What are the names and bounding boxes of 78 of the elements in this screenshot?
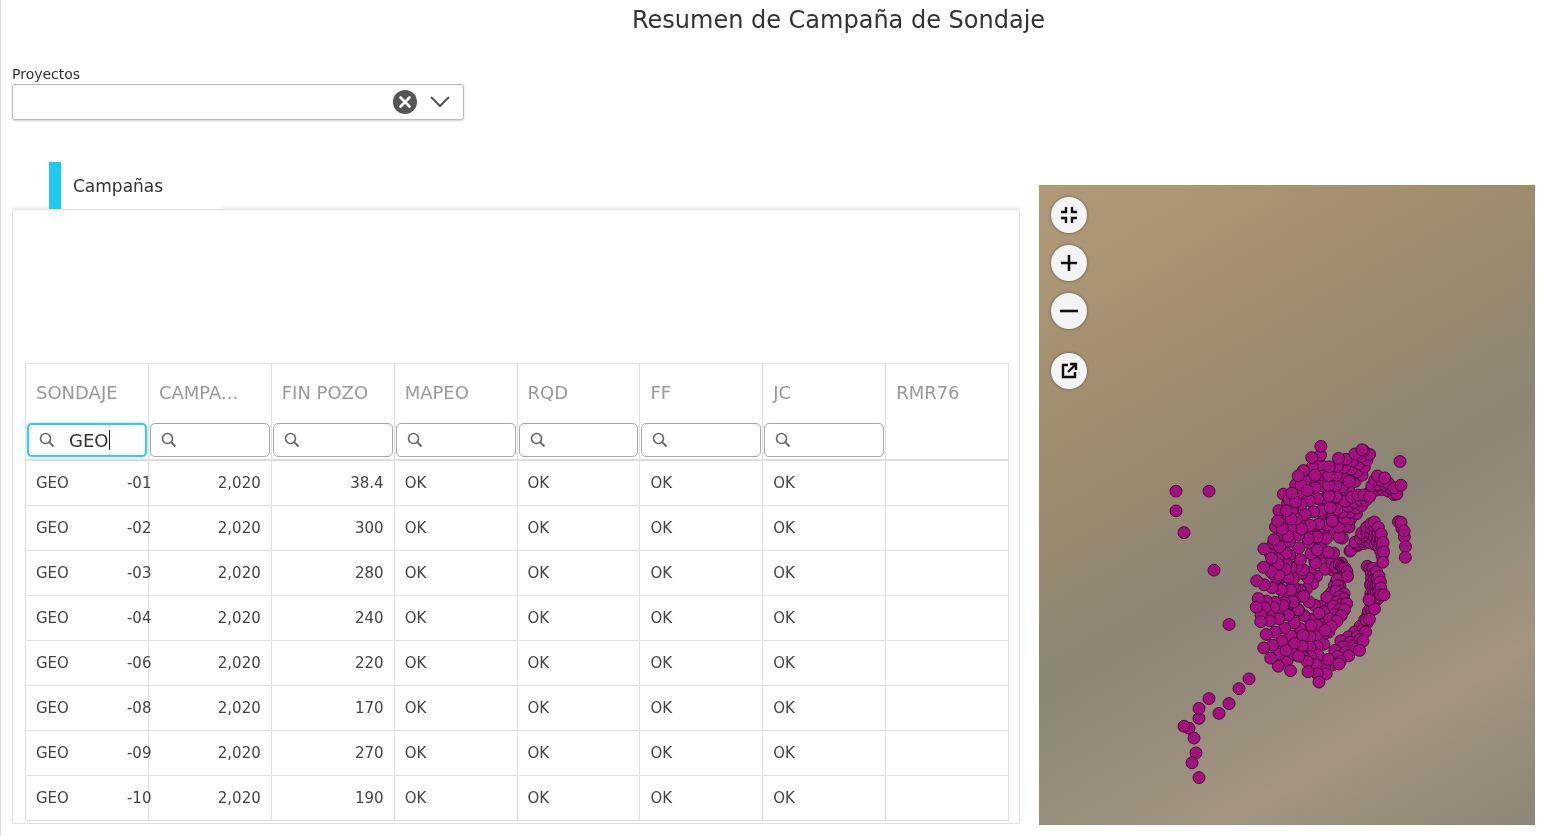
table-cell: OK	[762, 640, 886, 686]
search-icon	[160, 432, 177, 448]
table-cell: OK	[762, 730, 886, 776]
table-cell: OK	[517, 685, 640, 731]
table-cell: 190	[271, 775, 395, 821]
table-cell: 38.4	[271, 460, 395, 506]
table-cell: OK	[394, 685, 517, 731]
table-cell: OK	[639, 595, 763, 641]
column-header[interactable]: MAPEO	[394, 363, 517, 421]
table-cell: 170	[271, 685, 395, 731]
table-cell: OK	[639, 640, 763, 686]
projects-dropdown[interactable]	[12, 84, 464, 120]
table-cell: OK	[639, 550, 763, 596]
open-external-button[interactable]	[1051, 353, 1087, 389]
table-cell: OK	[394, 505, 517, 551]
table-cell: OK	[762, 550, 886, 596]
search-icon	[652, 432, 669, 448]
column-header[interactable]: FIN POZO	[271, 363, 395, 421]
table-cell: OK	[517, 595, 640, 641]
fit-extent-button[interactable]	[1051, 197, 1087, 233]
table-cell: OK	[517, 550, 640, 596]
table-cell: GEO -03	[25, 550, 149, 596]
column-header[interactable]: SONDAJE	[25, 363, 149, 421]
table-cell: OK	[517, 505, 640, 551]
table-cell: GEO -06	[25, 640, 149, 686]
table-cell: GEO -01	[25, 460, 149, 506]
table-cell: OK	[394, 730, 517, 776]
table-cell: GEO -08	[25, 685, 149, 731]
search-icon	[775, 432, 792, 448]
table-cell: 280	[271, 550, 395, 596]
table-cell: GEO -04	[25, 595, 149, 641]
zoom-in-button[interactable]	[1051, 245, 1087, 281]
table-cell: 270	[271, 730, 395, 776]
page-title: Resumen de Campaña de Sondaje	[630, 5, 1047, 36]
field-label: Proyectos	[12, 66, 82, 82]
table-cell: OK	[762, 595, 886, 641]
search-icon	[529, 432, 546, 448]
table-cell: OK	[517, 640, 640, 686]
table-cell: OK	[394, 595, 517, 641]
search-icon	[406, 432, 423, 448]
table-cell: OK	[762, 685, 886, 731]
column-header[interactable]: FF	[639, 363, 763, 421]
table-cell: OK	[517, 775, 640, 821]
column-header[interactable]: JC	[762, 363, 886, 421]
table-cell: OK	[394, 640, 517, 686]
table-cell: GEO -02	[25, 505, 149, 551]
table-cell: OK	[762, 460, 886, 506]
satellite-map[interactable]	[1039, 185, 1535, 825]
plus-icon	[1059, 253, 1079, 273]
table-cell: OK	[762, 505, 886, 551]
table-cell: OK	[762, 775, 886, 821]
external-link-icon	[1059, 361, 1079, 381]
table-cell: OK	[639, 460, 763, 506]
column-header[interactable]: RMR76	[885, 363, 1009, 421]
table-cell: OK	[394, 460, 517, 506]
table-cell: OK	[639, 730, 763, 776]
table-cell: OK	[639, 775, 763, 821]
table-cell: OK	[394, 550, 517, 596]
table-cell: OK	[639, 685, 763, 731]
table-cell: 220	[271, 640, 395, 686]
zoom-out-button[interactable]	[1051, 293, 1087, 329]
clear-icon[interactable]	[393, 90, 417, 114]
filter-field[interactable]: GEO	[27, 423, 147, 457]
table-cell: OK	[394, 775, 517, 821]
column-header[interactable]: RQD	[517, 363, 640, 421]
table-cell: GEO -10	[25, 775, 149, 821]
table-cell: 300	[271, 505, 395, 551]
collapse-corners-icon	[1059, 205, 1079, 225]
minus-icon	[1059, 309, 1079, 313]
table-cell: OK	[517, 730, 640, 776]
column-header[interactable]: CAMPA...	[148, 363, 272, 421]
table-cell: 240	[271, 595, 395, 641]
table-cell: OK	[517, 460, 640, 506]
search-icon	[39, 432, 55, 448]
table-cell: OK	[639, 505, 763, 551]
table-cell: GEO -09	[25, 730, 149, 776]
chevron-down-icon[interactable]	[429, 95, 451, 109]
search-icon	[283, 432, 300, 448]
